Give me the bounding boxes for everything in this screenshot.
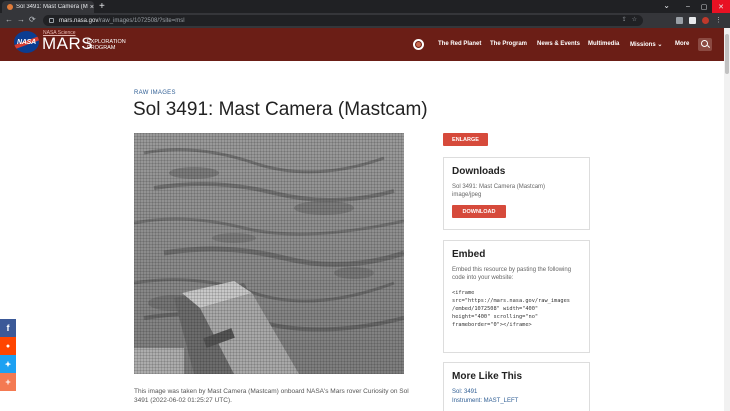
nasa-logo-text: NASA	[16, 38, 37, 46]
nav-the-program[interactable]: The Program	[490, 41, 527, 47]
download-mimetype: image/jpeg	[452, 192, 482, 198]
reddit-icon: ●	[5, 342, 11, 350]
share-icon[interactable]: ⇪	[622, 16, 627, 23]
reload-icon[interactable]: ⟳	[29, 15, 36, 25]
minimize-button[interactable]: –	[680, 0, 696, 13]
brand-program-line2: PROGRAM	[87, 45, 116, 51]
image-caption: This image was taken by Mast Camera (Mas…	[134, 388, 409, 404]
enlarge-button[interactable]: ENLARGE	[443, 133, 488, 146]
nav-missions[interactable]: Missions ⌄	[630, 41, 662, 48]
share-more-icon: +	[5, 377, 11, 387]
embed-description: Embed this resource by pasting the follo…	[452, 267, 572, 281]
twitter-icon: ✦	[4, 359, 12, 369]
nasa-logo[interactable]: NASA	[14, 31, 39, 53]
scroll-thumb[interactable]	[725, 34, 729, 74]
favicon-icon	[7, 4, 13, 10]
search-icon[interactable]	[698, 38, 712, 51]
instrument-link[interactable]: Instrument: MAST_LEFT	[452, 397, 581, 406]
page-title: Sol 3491: Mast Camera (Mastcam)	[133, 99, 428, 120]
extension-icon[interactable]	[676, 16, 683, 24]
downloads-card: Downloads Sol 3491: Mast Camera (Mastcam…	[443, 157, 590, 230]
back-icon[interactable]: ←	[5, 15, 13, 25]
profile-avatar-icon[interactable]	[702, 16, 709, 24]
raw-image[interactable]	[134, 133, 404, 374]
embed-code[interactable]: <iframe src="https://mars.nasa.gov/raw_i…	[452, 289, 581, 329]
lock-icon[interactable]	[49, 18, 54, 23]
bookmark-star-icon[interactable]: ☆	[632, 16, 637, 23]
reading-list-icon[interactable]	[689, 16, 696, 24]
site-header: NASA NASA Science MARS EXPLORATION PROGR…	[0, 28, 724, 61]
download-title: Sol 3491: Mast Camera (Mastcam)	[452, 184, 546, 190]
tab-title: Sol 3491: Mast Camera (Mastca	[16, 4, 88, 10]
more-like-this-heading: More Like This	[452, 371, 523, 382]
facebook-icon: f	[6, 323, 10, 333]
embed-heading: Embed	[452, 249, 486, 260]
url-field[interactable]: mars.nasa.gov /raw_images/1072508/?site=…	[43, 15, 643, 26]
download-button[interactable]: DOWNLOAD	[452, 205, 506, 218]
browser-tab[interactable]: Sol 3491: Mast Camera (Mastca ×	[2, 1, 94, 13]
maximize-button[interactable]: ▢	[696, 0, 712, 13]
menu-kebab-icon[interactable]: ⋮	[715, 16, 722, 24]
facebook-share-button[interactable]: f	[0, 319, 16, 337]
address-bar-row: ← → ⟳ mars.nasa.gov /raw_images/1072508/…	[0, 13, 730, 28]
tab-search-icon[interactable]: ⌄	[663, 1, 670, 10]
section-eyebrow[interactable]: RAW IMAGES	[134, 90, 176, 96]
brand-mars[interactable]: MARS	[42, 34, 93, 54]
tab-close-icon[interactable]: ×	[90, 4, 94, 11]
sol-link[interactable]: Sol: 3491	[452, 388, 581, 397]
window-controls: – ▢ ✕	[680, 0, 730, 13]
twitter-share-button[interactable]: ✦	[0, 355, 16, 373]
forward-icon[interactable]: →	[17, 15, 25, 25]
more-share-button[interactable]: +	[0, 373, 16, 391]
nav-the-red-planet[interactable]: The Red Planet	[438, 41, 481, 47]
nav-news-events[interactable]: News & Events	[537, 41, 580, 47]
url-path: /raw_images/1072508/?site=msl	[98, 17, 185, 24]
close-window-button[interactable]: ✕	[712, 0, 730, 13]
reddit-share-button[interactable]: ●	[0, 337, 16, 355]
embed-card: Embed Embed this resource by pasting the…	[443, 240, 590, 353]
downloads-heading: Downloads	[452, 166, 506, 177]
browser-tab-bar: Sol 3491: Mast Camera (Mastca × + ⌄ – ▢ …	[0, 0, 730, 13]
new-tab-button[interactable]: +	[99, 1, 105, 12]
mars-planet-icon[interactable]	[413, 39, 424, 50]
nav-more[interactable]: More	[675, 41, 689, 47]
url-host: mars.nasa.gov	[59, 17, 99, 24]
more-like-this-card: More Like This Sol: 3491 Instrument: MAS…	[443, 362, 590, 411]
page-scrollbar[interactable]	[724, 28, 730, 411]
nav-multimedia[interactable]: Multimedia	[588, 41, 619, 47]
brand-program: EXPLORATION PROGRAM	[87, 39, 126, 51]
